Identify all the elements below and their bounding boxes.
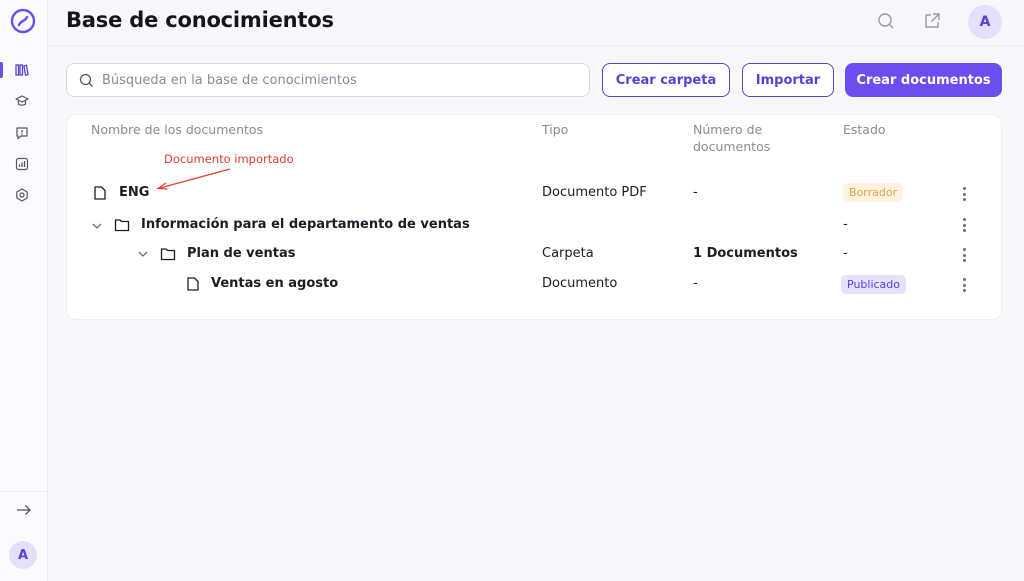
row-type: Carpeta xyxy=(542,246,594,261)
header-external-button[interactable] xyxy=(921,10,943,32)
folder-icon xyxy=(114,219,130,232)
sidebar-item-feedback[interactable] xyxy=(12,123,32,143)
external-link-icon xyxy=(925,13,940,28)
annotation-arrow-icon xyxy=(156,168,231,190)
user-avatar[interactable]: A xyxy=(968,5,1002,39)
row-name[interactable]: ENG xyxy=(119,185,149,200)
row-more-button[interactable] xyxy=(961,248,967,262)
import-button[interactable]: Importar xyxy=(742,63,834,97)
settings-hexagon-icon xyxy=(16,188,28,202)
search-icon xyxy=(79,73,93,87)
search-box[interactable] xyxy=(66,63,590,97)
row-more-button[interactable] xyxy=(961,187,967,201)
column-header-type[interactable]: Tipo xyxy=(542,121,568,138)
create-folder-button[interactable]: Crear carpeta xyxy=(602,63,730,97)
nav-active-indicator xyxy=(0,62,3,78)
arrow-right-icon xyxy=(17,505,31,515)
sidebar: A xyxy=(0,0,48,581)
create-documents-button[interactable]: Crear documentos xyxy=(845,63,1002,97)
row-name[interactable]: Información para el departamento de vent… xyxy=(141,217,470,232)
alert-chat-icon xyxy=(16,127,28,140)
row-type: Documento PDF xyxy=(542,185,647,200)
page-title: Base de conocimientos xyxy=(66,8,334,32)
row-more-button[interactable] xyxy=(961,278,967,292)
sidebar-item-settings[interactable] xyxy=(12,185,32,205)
expand-sidebar-button[interactable] xyxy=(13,500,35,520)
document-icon xyxy=(187,277,199,291)
analytics-icon xyxy=(15,157,29,171)
row-status: - xyxy=(843,246,848,261)
row-more-button[interactable] xyxy=(961,218,967,232)
sidebar-avatar[interactable]: A xyxy=(9,541,37,569)
search-input[interactable] xyxy=(102,72,562,88)
library-icon xyxy=(15,64,29,77)
graduation-cap-icon xyxy=(15,95,29,106)
header-divider xyxy=(49,45,1024,46)
column-header-count[interactable]: Número de documentos xyxy=(693,121,770,155)
search-icon xyxy=(878,13,894,29)
column-header-name[interactable]: Nombre de los documentos xyxy=(91,121,263,138)
column-header-status[interactable]: Estado xyxy=(843,121,886,138)
sidebar-item-analytics[interactable] xyxy=(12,154,32,174)
folder-icon xyxy=(160,248,176,261)
sidebar-item-learning[interactable] xyxy=(12,91,32,111)
row-count: - xyxy=(693,185,698,200)
row-name[interactable]: Ventas en agosto xyxy=(211,276,338,291)
status-badge: Borrador xyxy=(843,183,904,202)
row-count: - xyxy=(693,276,698,291)
chevron-down-icon[interactable] xyxy=(91,220,103,232)
document-icon xyxy=(94,186,106,200)
column-header-count-line2: documentos xyxy=(693,139,771,154)
row-status: - xyxy=(843,217,848,232)
header-search-button[interactable] xyxy=(875,10,897,32)
chevron-down-icon[interactable] xyxy=(137,248,149,260)
row-type: Documento xyxy=(542,276,618,291)
row-name[interactable]: Plan de ventas xyxy=(187,246,295,261)
status-badge: Publicado xyxy=(841,275,907,294)
app-logo-icon[interactable] xyxy=(10,8,36,34)
sidebar-divider xyxy=(0,491,48,492)
row-count: 1 Documentos xyxy=(693,246,798,261)
column-header-count-line1: Número de xyxy=(693,122,763,137)
sidebar-item-library[interactable] xyxy=(12,60,32,80)
